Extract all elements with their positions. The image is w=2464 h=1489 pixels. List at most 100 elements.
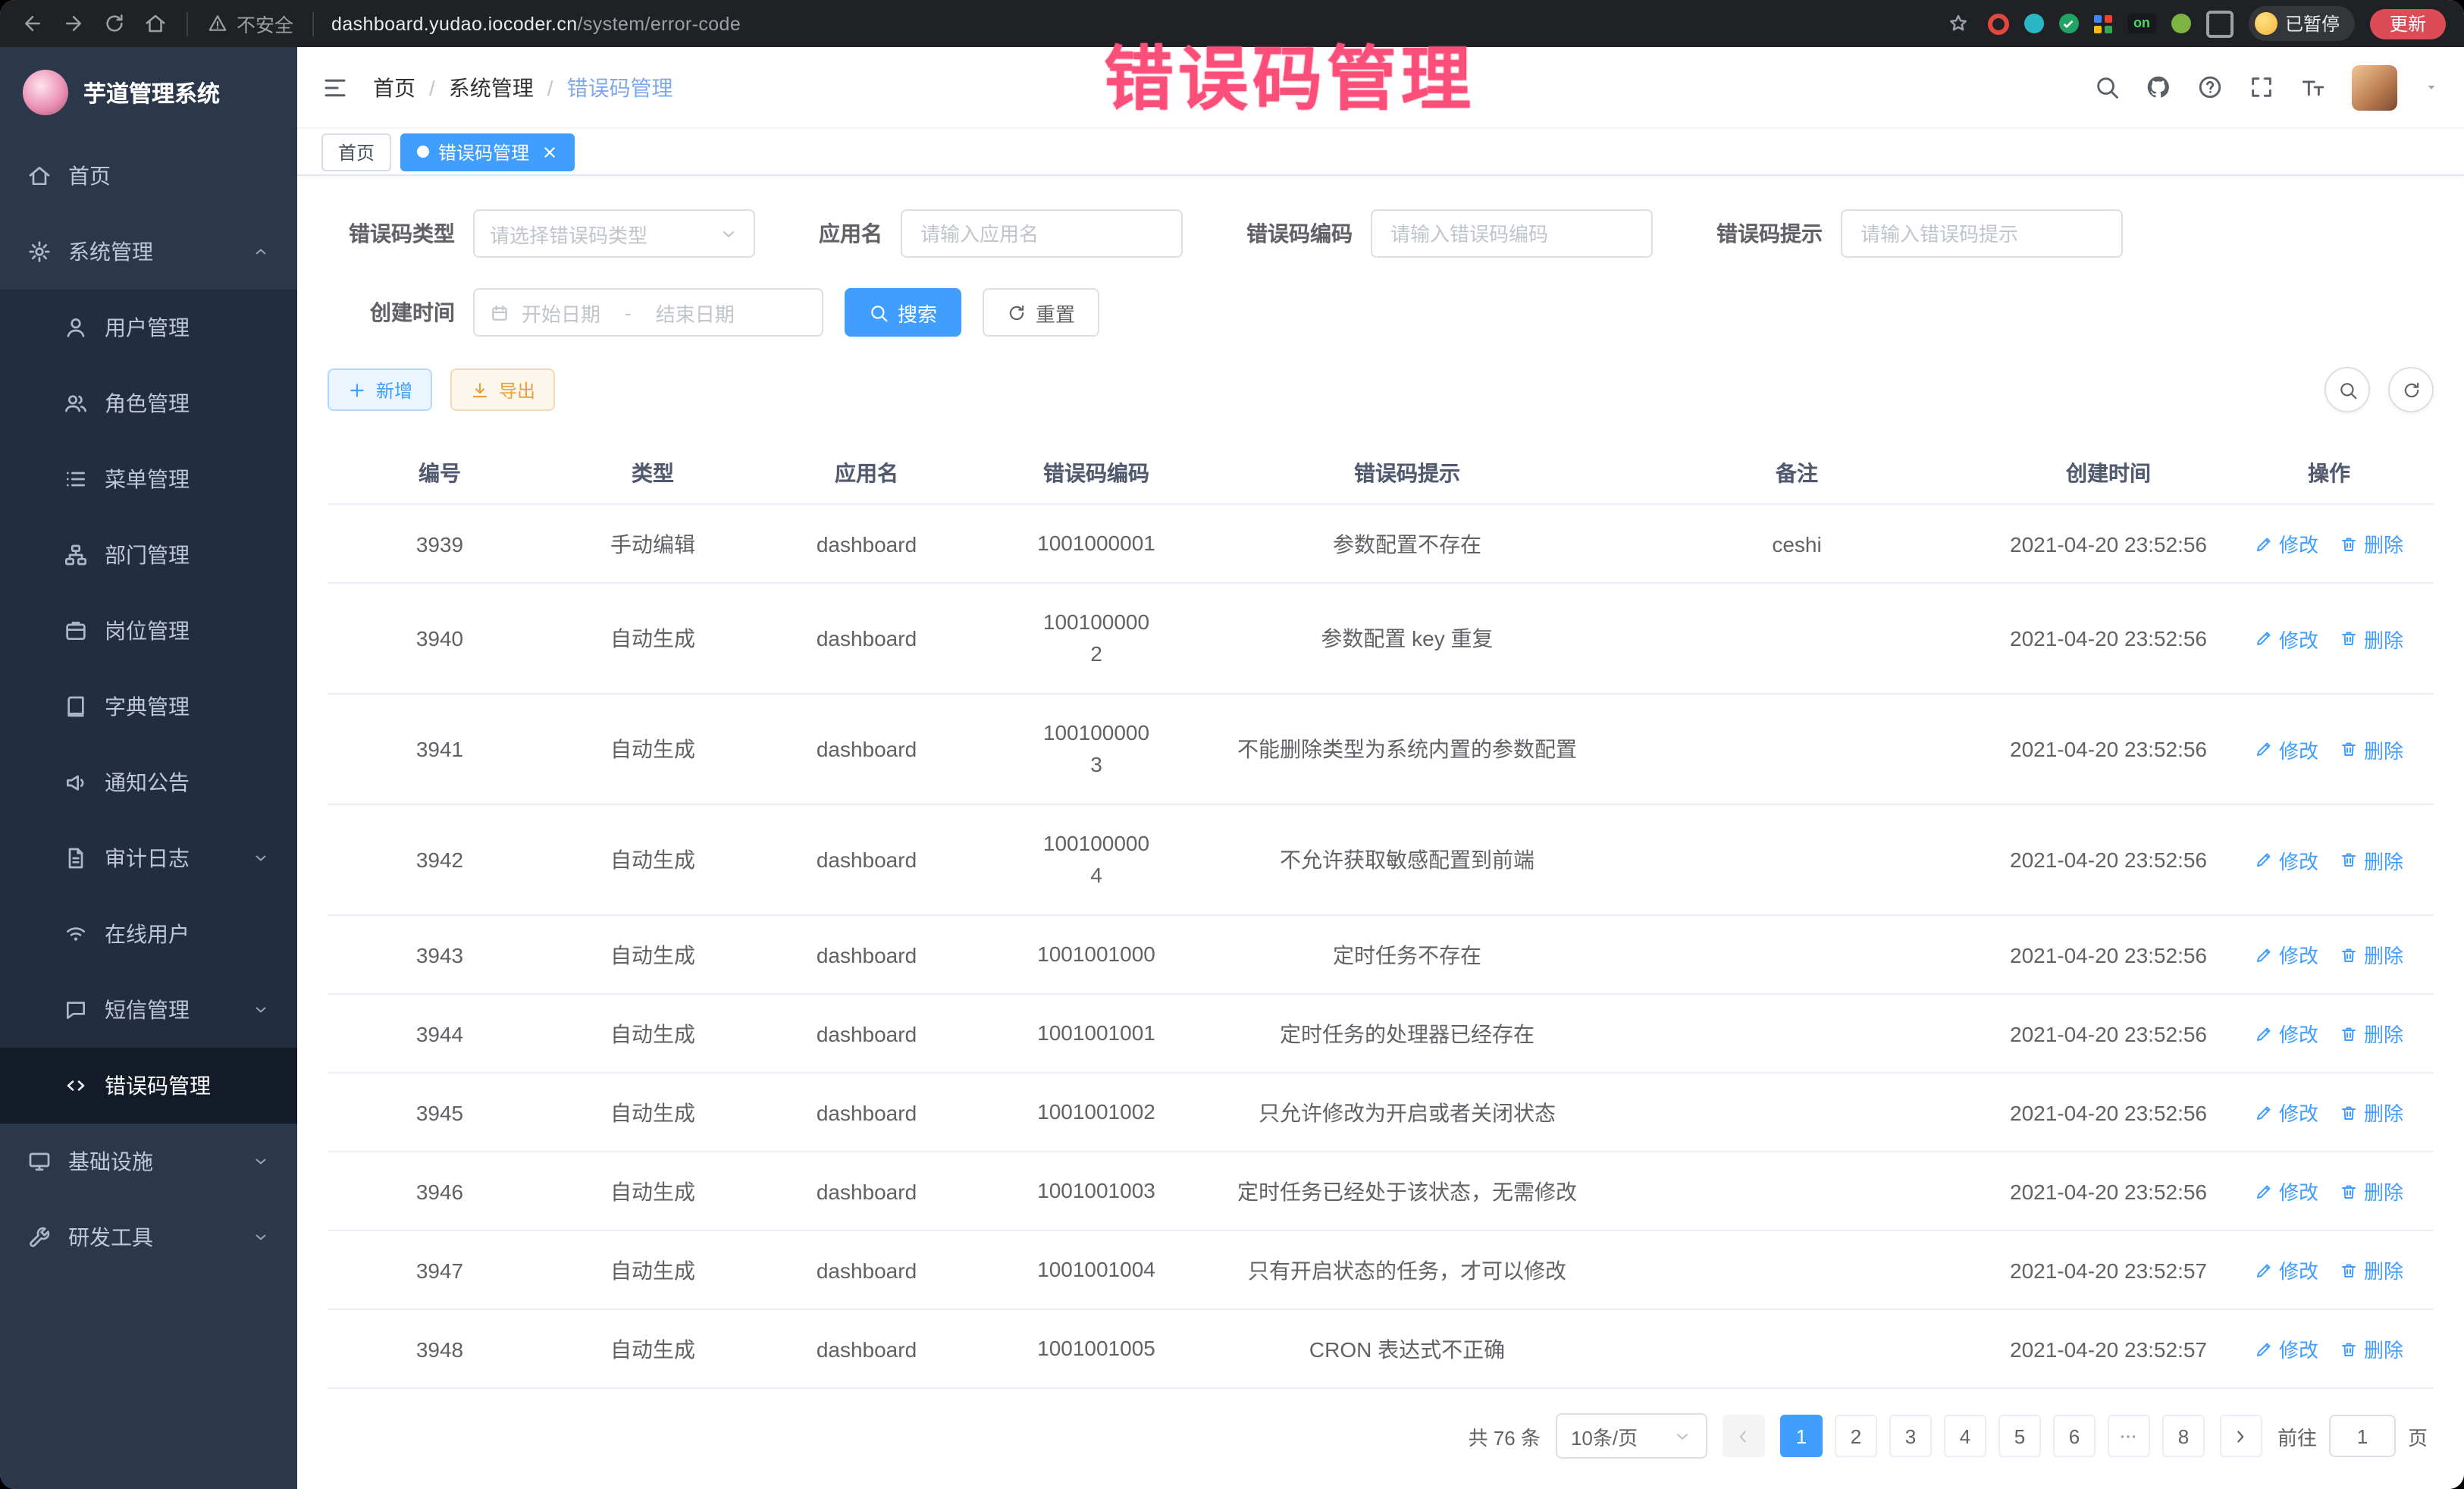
gear-icon <box>27 240 52 264</box>
next-page-button[interactable] <box>2220 1415 2262 1457</box>
browser-forward-button[interactable] <box>59 10 86 37</box>
sidebar-item-post-management[interactable]: 岗位管理 <box>0 593 297 669</box>
browser-update-button[interactable]: 更新 <box>2370 8 2446 39</box>
extension-record-icon[interactable] <box>1988 13 2009 34</box>
sidebar-item-infrastructure[interactable]: 基础设施 <box>0 1124 297 1199</box>
sidebar-item-sms-management[interactable]: 短信管理 <box>0 972 297 1048</box>
fullscreen-icon[interactable] <box>2249 74 2274 100</box>
delete-row-button[interactable]: 删除 <box>2340 624 2403 653</box>
delete-row-button[interactable]: 删除 <box>2340 1255 2403 1284</box>
delete-row-button[interactable]: 删除 <box>2340 845 2403 874</box>
breadcrumb-home[interactable]: 首页 <box>373 72 415 102</box>
prev-page-button[interactable] <box>1723 1415 1765 1457</box>
cell-code: 1001001002 <box>980 1073 1213 1152</box>
delete-row-button[interactable]: 删除 <box>2340 1019 2403 1048</box>
error-hint-label: 错误码提示 <box>1716 218 1823 249</box>
main-area: 首页 / 系统管理 / 错误码管理 首页 <box>297 47 2464 1489</box>
close-tab-icon[interactable] <box>541 143 558 160</box>
address-bar[interactable]: dashboard.yudao.iocoder.cn/system/error-… <box>331 13 741 34</box>
browser-home-button[interactable] <box>141 10 168 37</box>
page-size-select[interactable]: 10条/页 <box>1556 1413 1707 1459</box>
edit-row-button[interactable]: 修改 <box>2255 1255 2318 1284</box>
tab-error-code-management[interactable]: 错误码管理 <box>400 133 575 171</box>
github-icon[interactable] <box>2146 74 2171 100</box>
refresh-table-button[interactable] <box>2388 367 2434 412</box>
delete-row-button[interactable]: 删除 <box>2340 1098 2403 1127</box>
edit-row-button[interactable]: 修改 <box>2255 735 2318 763</box>
app-name-input[interactable] <box>917 221 1166 246</box>
delete-row-button[interactable]: 删除 <box>2340 735 2403 763</box>
edit-row-button[interactable]: 修改 <box>2255 624 2318 653</box>
error-type-select[interactable]: 请选择错误码类型 <box>473 209 755 258</box>
sidebar-item-notice-announcement[interactable]: 通知公告 <box>0 744 297 820</box>
avatar-dropdown-caret-icon[interactable] <box>2423 79 2440 96</box>
delete-row-button[interactable]: 删除 <box>2340 529 2403 558</box>
add-button[interactable]: 新增 <box>328 368 432 411</box>
edit-row-button[interactable]: 修改 <box>2255 940 2318 969</box>
extension-leaf-icon[interactable] <box>2171 14 2191 33</box>
show-search-toggle-button[interactable] <box>2324 367 2370 412</box>
extensions-puzzle-icon[interactable] <box>2206 10 2234 37</box>
goto-page-input[interactable] <box>2329 1415 2396 1457</box>
page-button-8[interactable]: 8 <box>2162 1415 2205 1457</box>
extension-on-badge[interactable]: on <box>2127 14 2156 33</box>
error-hint-input[interactable] <box>1857 221 2106 246</box>
sidebar-item-dict-management[interactable]: 字典管理 <box>0 669 297 744</box>
user-avatar[interactable] <box>2352 64 2397 110</box>
sidebar-item-dept-management[interactable]: 部门管理 <box>0 517 297 593</box>
sidebar-item-dev-tools[interactable]: 研发工具 <box>0 1199 297 1275</box>
sidebar-item-error-code-management[interactable]: 错误码管理 <box>0 1048 297 1124</box>
sidebar-item-home[interactable]: 首页 <box>0 138 297 214</box>
page-button-2[interactable]: 2 <box>1835 1415 1877 1457</box>
header-search-icon[interactable] <box>2094 74 2120 100</box>
bookmark-star-icon[interactable] <box>1945 10 1973 37</box>
breadcrumb-system[interactable]: 系统管理 <box>449 72 534 102</box>
page-button-3[interactable]: 3 <box>1889 1415 1932 1457</box>
more-pages-button[interactable] <box>2108 1415 2150 1457</box>
page-button-5[interactable]: 5 <box>1998 1415 2041 1457</box>
delete-row-button[interactable]: 删除 <box>2340 940 2403 969</box>
cell-id: 3944 <box>328 994 552 1073</box>
page-button-6[interactable]: 6 <box>2053 1415 2096 1457</box>
app-logo[interactable]: 芋道管理系统 <box>0 47 297 138</box>
edit-row-button[interactable]: 修改 <box>2255 1098 2318 1127</box>
extension-drop-icon[interactable] <box>2024 14 2044 33</box>
delete-row-button[interactable]: 删除 <box>2340 1177 2403 1205</box>
sidebar-item-label: 岗位管理 <box>105 616 190 646</box>
chevron-up-icon <box>252 243 270 261</box>
page-button-4[interactable]: 4 <box>1944 1415 1986 1457</box>
sidebar-item-user-management[interactable]: 用户管理 <box>0 290 297 365</box>
extension-check-icon[interactable] <box>2059 14 2079 33</box>
sidebar-item-online-users[interactable]: 在线用户 <box>0 896 297 972</box>
edit-row-button[interactable]: 修改 <box>2255 1177 2318 1205</box>
search-button[interactable]: 搜索 <box>845 288 961 337</box>
reset-button[interactable]: 重置 <box>983 288 1099 337</box>
sidebar-item-menu-management[interactable]: 菜单管理 <box>0 441 297 517</box>
site-security-indicator[interactable]: 不安全 <box>206 9 293 38</box>
browser-reload-button[interactable] <box>100 10 127 37</box>
edit-row-button[interactable]: 修改 <box>2255 529 2318 558</box>
edit-row-button[interactable]: 修改 <box>2255 1334 2318 1363</box>
sidebar-item-audit-log[interactable]: 审计日志 <box>0 820 297 896</box>
error-code-input[interactable] <box>1387 221 1636 246</box>
export-button[interactable]: 导出 <box>450 368 555 411</box>
cell-app: dashboard <box>754 583 980 694</box>
date-range-picker[interactable]: 开始日期 - 结束日期 <box>473 288 823 337</box>
cell-code: 100100000 2 <box>980 583 1213 694</box>
app-title: 芋道管理系统 <box>83 77 220 108</box>
font-size-icon[interactable] <box>2300 74 2326 100</box>
page-button-1[interactable]: 1 <box>1780 1415 1823 1457</box>
extension-grid-icon[interactable] <box>2094 14 2112 33</box>
help-icon[interactable] <box>2197 74 2223 100</box>
cell-remark: ceshi <box>1601 504 1992 583</box>
sidebar-item-role-management[interactable]: 角色管理 <box>0 365 297 441</box>
edit-row-button[interactable]: 修改 <box>2255 845 2318 874</box>
filter-error-type: 错误码类型 请选择错误码类型 <box>328 209 755 258</box>
sidebar-collapse-icon[interactable] <box>321 74 349 101</box>
profile-paused-badge[interactable]: 已暂停 <box>2249 6 2355 41</box>
tab-home[interactable]: 首页 <box>321 133 391 171</box>
sidebar-item-system-management[interactable]: 系统管理 <box>0 214 297 290</box>
browser-back-button[interactable] <box>18 10 45 37</box>
edit-row-button[interactable]: 修改 <box>2255 1019 2318 1048</box>
delete-row-button[interactable]: 删除 <box>2340 1334 2403 1363</box>
